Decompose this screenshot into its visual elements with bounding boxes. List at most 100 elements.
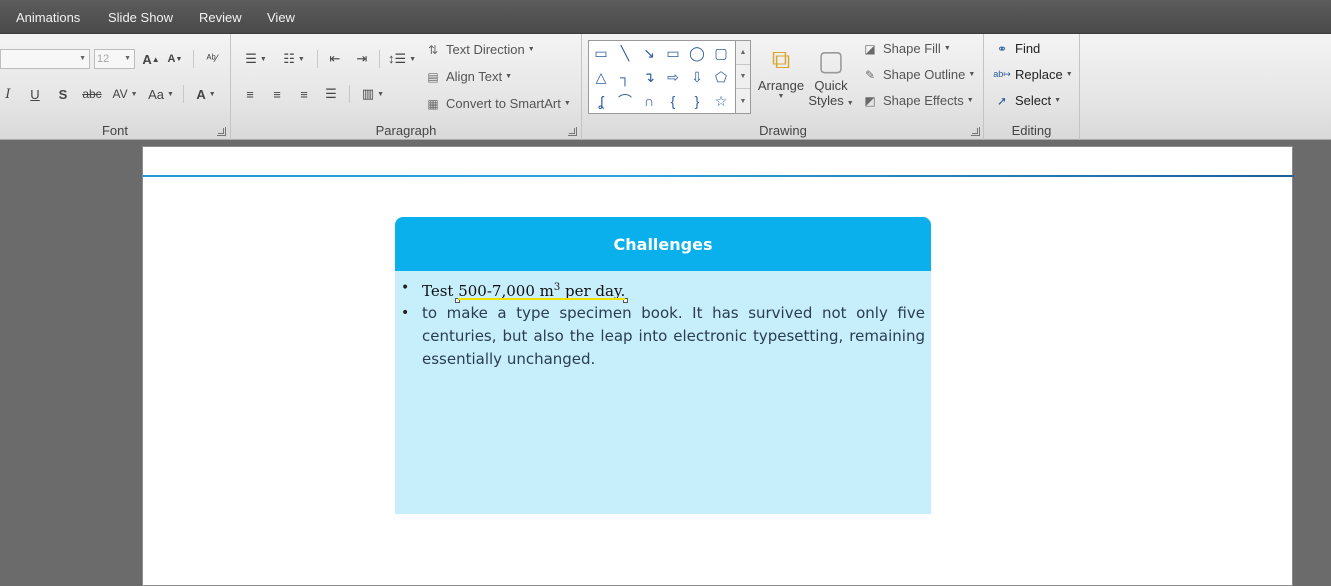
chevron-down-icon: ▼ [968, 71, 976, 78]
arrow-line-shape-icon[interactable]: ↘ [637, 41, 661, 65]
underline-icon[interactable]: U [25, 84, 45, 104]
bullet-item[interactable]: • Test 500-7,000 m3 per day. [399, 277, 925, 303]
separator [317, 50, 318, 68]
select-label: Select [1015, 93, 1052, 108]
elbow-connector-shape-icon[interactable]: ┐ [613, 65, 637, 89]
increase-indent-icon[interactable]: ⇥ [352, 49, 372, 69]
right-arrow-shape-icon[interactable]: ⇨ [661, 65, 685, 89]
slide-header-rule [143, 175, 1294, 177]
pentagon-shape-icon[interactable]: ⬠ [709, 65, 733, 89]
columns-icon[interactable]: ▥ ▼ [357, 84, 389, 104]
separator [193, 50, 194, 68]
challenges-header[interactable]: Challenges [395, 217, 931, 271]
font-group: ▼ 12 ▼ A ▲ A ▼ ᴬᵇ⁄ I U S abc AV ▼ Aa ▼ A ▼ Fo… [0, 34, 231, 140]
text-direction-button[interactable]: ⇅ Text Direction ▼ [425, 42, 535, 57]
align-text-label: Align Text [446, 69, 503, 84]
left-brace-shape-icon[interactable]: { [661, 89, 685, 113]
chevron-down-icon: ▼ [527, 46, 535, 53]
arrange-label: Arrange [757, 78, 805, 93]
replace-button[interactable]: ab↦ Replace ▼ [993, 67, 1072, 82]
quick-styles-icon: ▢ [817, 44, 845, 76]
text-box-shape-icon[interactable]: ▭ [589, 41, 613, 65]
tab-animations[interactable]: Animations [16, 10, 80, 25]
chevron-down-icon: ▼ [124, 55, 131, 62]
shape-fill-button[interactable]: ◪ Shape Fill ▼ [862, 41, 950, 56]
bullet1-prefix: Test [422, 282, 459, 300]
binoculars-icon: ⚭ [996, 41, 1008, 56]
elbow-arrow-shape-icon[interactable]: ↴ [637, 65, 661, 89]
tab-slide-show[interactable]: Slide Show [108, 10, 173, 25]
italic-icon[interactable]: I [0, 84, 16, 104]
arrange-icon: ⧉ [771, 44, 791, 74]
align-right-icon[interactable]: ≡ [294, 84, 314, 104]
dialog-launcher-icon[interactable] [568, 127, 577, 136]
quick-styles-label-1: Quick [814, 78, 848, 93]
ribbon: ▼ 12 ▼ A ▲ A ▼ ᴬᵇ⁄ I U S abc AV ▼ Aa ▼ A ▼ Fo… [0, 34, 1331, 140]
chevron-down-icon: ▼ [505, 73, 513, 80]
shadow-icon[interactable]: S [53, 84, 73, 104]
bullet1-suffix: per day. [560, 282, 626, 300]
paragraph-group: ☰ ▼ ☷ ▼ ⇤ ⇥ ↕☰ ▼ ≡ ≡ ≡ ☰ ▥ ▼ ⇅ Text Directio… [231, 34, 582, 140]
numbering-icon[interactable]: ☷ ▼ [278, 49, 310, 69]
align-center-icon[interactable]: ≡ [267, 84, 287, 104]
scroll-up-icon[interactable]: ▲ [736, 41, 750, 65]
decrease-indent-icon[interactable]: ⇤ [325, 49, 345, 69]
font-name-combo[interactable]: ▼ [0, 49, 90, 69]
rectangle-shape-icon[interactable]: ▭ [661, 41, 685, 65]
line-shape-icon[interactable]: ╲ [613, 41, 637, 65]
down-arrow-shape-icon[interactable]: ⇩ [685, 65, 709, 89]
bullet2-text: to make a type specimen book. It has sur… [422, 304, 925, 368]
grow-font-icon[interactable]: A ▲ [141, 49, 161, 69]
triangle-shape-icon[interactable]: △ [589, 65, 613, 89]
justify-icon[interactable]: ☰ [321, 84, 341, 104]
cursor-arrow-icon: ➚ [996, 93, 1008, 108]
align-text-icon: ▤ [427, 69, 439, 84]
convert-smartart-button[interactable]: ▦ Convert to SmartArt ▼ [425, 96, 571, 111]
shapes-gallery-scroll: ▲ ▼ ▼ [736, 40, 751, 114]
quick-styles-button[interactable]: ▢ Quick Styles ▼ [808, 42, 854, 109]
star-shape-icon[interactable]: ☆ [709, 89, 733, 113]
change-case-icon[interactable]: Aa ▼ [146, 84, 176, 104]
font-color-icon[interactable]: A ▼ [190, 84, 222, 104]
align-left-icon[interactable]: ≡ [240, 84, 260, 104]
curve-shape-icon[interactable]: ∩ [637, 89, 661, 113]
shape-effects-button[interactable]: ◩ Shape Effects ▼ [862, 93, 973, 108]
find-button[interactable]: ⚭ Find [994, 41, 1040, 56]
shapes-gallery[interactable]: ▭ ╲ ↘ ▭ ◯ ▢ △ ┐ ↴ ⇨ ⇩ ⬠ ʆ ⌒ ∩ { } ☆ [588, 40, 736, 114]
oval-shape-icon[interactable]: ◯ [685, 41, 709, 65]
selected-text[interactable]: 500-7,000 m3 per day. [455, 282, 629, 303]
rounded-rectangle-shape-icon[interactable]: ▢ [709, 41, 733, 65]
separator [379, 50, 380, 68]
freeform-shape-icon[interactable]: ʆ [589, 89, 613, 113]
bullets-icon[interactable]: ☰ ▼ [240, 49, 272, 69]
character-spacing-icon[interactable]: AV ▼ [110, 84, 140, 104]
arc-shape-icon[interactable]: ⌒ [613, 89, 637, 113]
pen-outline-icon: ✎ [864, 67, 876, 82]
arrange-button[interactable]: ⧉ Arrange ▼ [757, 42, 805, 100]
font-size-combo[interactable]: 12 ▼ [94, 49, 135, 69]
shrink-font-icon[interactable]: A ▼ [165, 49, 185, 69]
select-button[interactable]: ➚ Select ▼ [994, 93, 1061, 108]
align-text-button[interactable]: ▤ Align Text ▼ [425, 69, 512, 84]
separator [349, 85, 350, 103]
scroll-down-icon[interactable]: ▼ [736, 65, 750, 89]
bullet-list: • Test 500-7,000 m3 per day. • to make a… [399, 277, 925, 371]
gallery-more-icon[interactable]: ▼ [736, 89, 750, 113]
card-title: Challenges [613, 234, 713, 254]
dialog-launcher-icon[interactable] [217, 127, 226, 136]
shape-outline-button[interactable]: ✎ Shape Outline ▼ [862, 67, 975, 82]
smartart-icon: ▦ [427, 96, 439, 111]
tab-review[interactable]: Review [199, 10, 242, 25]
line-spacing-icon[interactable]: ↕☰ ▼ [386, 49, 418, 69]
bullet1-selected: 500-7,000 m [458, 282, 554, 300]
bullet-item[interactable]: • to make a type specimen book. It has s… [399, 302, 925, 371]
strikethrough-icon[interactable]: abc [80, 84, 104, 104]
right-brace-shape-icon[interactable]: } [685, 89, 709, 113]
paragraph-group-label: Paragraph [375, 123, 437, 138]
clear-formatting-icon[interactable]: ᴬᵇ⁄ [201, 49, 223, 69]
tab-view[interactable]: View [267, 10, 295, 25]
find-label: Find [1015, 41, 1041, 56]
chevron-down-icon: ▼ [563, 100, 571, 107]
slide-canvas[interactable]: Challenges • Test 500-7,000 m3 per day. … [142, 146, 1294, 586]
challenges-text-box[interactable]: • Test 500-7,000 m3 per day. • to make a… [395, 271, 931, 514]
